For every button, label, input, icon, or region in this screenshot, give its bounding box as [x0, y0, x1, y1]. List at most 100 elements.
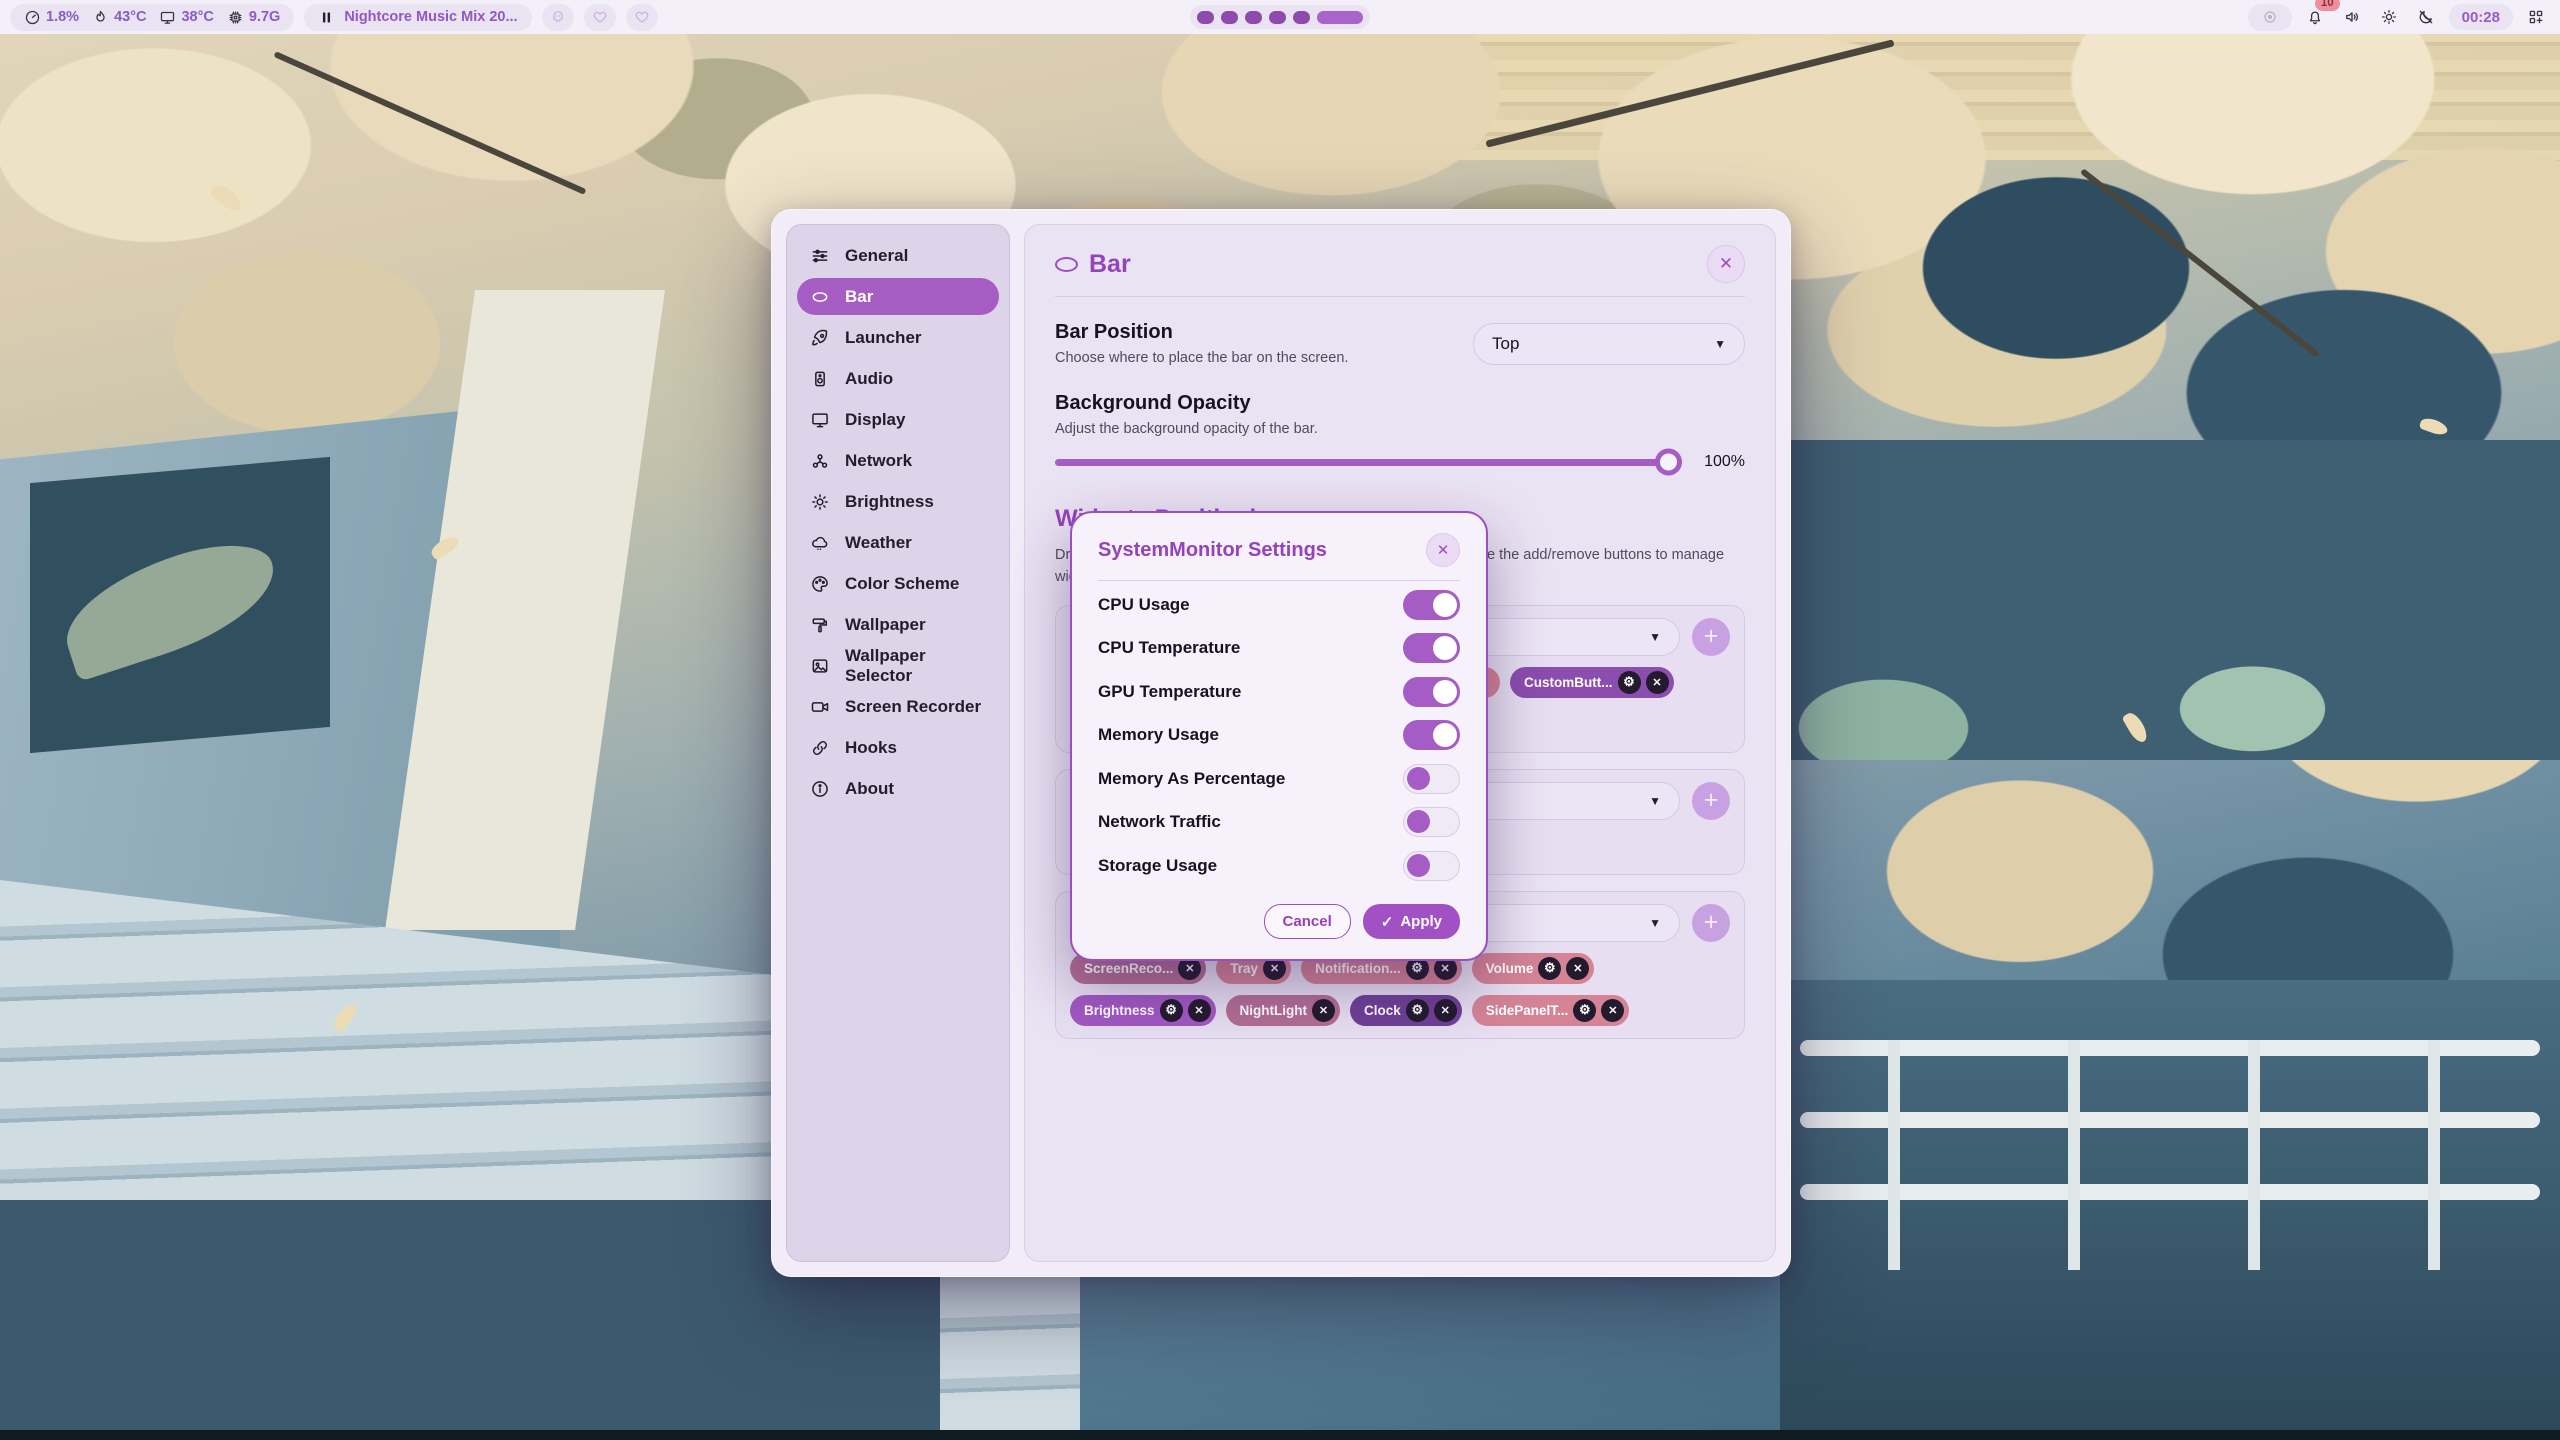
brightness-icon [2380, 8, 2398, 26]
sidebar-item-label: Hooks [845, 738, 897, 758]
system-stat: 43°C [92, 9, 146, 26]
sidebar-item-general[interactable]: General [797, 237, 999, 274]
pause-icon [318, 9, 335, 26]
toggle-network-traffic[interactable] [1403, 807, 1460, 837]
add-widget-button[interactable]: + [1692, 904, 1730, 942]
wallpaper-railing-post [2068, 1040, 2080, 1270]
sidebar-item-display[interactable]: Display [797, 401, 999, 438]
workspace-dot-2[interactable] [1221, 11, 1238, 24]
slider-knob[interactable] [1655, 449, 1682, 476]
background-opacity-description: Adjust the background opacity of the bar… [1055, 421, 1745, 437]
workspace-dot-6[interactable] [1317, 11, 1363, 24]
widget-remove-button[interactable]: ✕ [1566, 957, 1589, 980]
widget-settings-button[interactable]: ⚙ [1618, 671, 1641, 694]
apply-button[interactable]: ✓ Apply [1363, 904, 1460, 939]
toggle-label: Storage Usage [1098, 856, 1217, 876]
widget-chip-sidepanelt[interactable]: SidePanelT... ⚙ ✕ [1472, 995, 1630, 1026]
sidebar-item-screen-recorder[interactable]: Screen Recorder [797, 688, 999, 725]
widget-remove-button[interactable]: ✕ [1646, 671, 1669, 694]
sidebar-item-label: Wallpaper [845, 615, 926, 635]
widget-settings-button[interactable]: ⚙ [1538, 957, 1561, 980]
workspace-dot-4[interactable] [1269, 11, 1286, 24]
night-light-button[interactable] [2412, 4, 2440, 31]
widget-chip-custombutt[interactable]: CustomButt... ⚙ ✕ [1510, 667, 1674, 698]
bar-position-dropdown[interactable]: Top ▼ [1473, 323, 1745, 365]
toggle-label: CPU Usage [1098, 595, 1190, 615]
widget-remove-button[interactable]: ✕ [1312, 999, 1335, 1022]
bar-position-label: Bar Position [1055, 321, 1473, 344]
clock-module[interactable]: 00:28 [2449, 4, 2513, 30]
check-icon: ✓ [1381, 913, 1394, 931]
widget-chip-volume[interactable]: Volume ⚙ ✕ [1472, 953, 1595, 984]
sidebar-item-about[interactable]: About [797, 770, 999, 807]
divider [1055, 296, 1745, 297]
sidebar-item-network[interactable]: Network [797, 442, 999, 479]
sidebar-item-wallpaper-selector[interactable]: Wallpaper Selector [797, 647, 999, 684]
add-widget-button[interactable]: + [1692, 618, 1730, 656]
screen-recorder-indicator[interactable] [2248, 4, 2292, 31]
widget-chip-label: SidePanelT... [1486, 1003, 1569, 1018]
widget-remove-button[interactable]: ✕ [1434, 999, 1457, 1022]
volume-button[interactable] [2338, 4, 2366, 31]
widget-chip-label: Notification... [1315, 961, 1401, 976]
apply-button-label: Apply [1400, 913, 1442, 930]
modal-title: SystemMonitor Settings [1098, 539, 1327, 562]
widget-chip-brightness[interactable]: Brightness ⚙ ✕ [1070, 995, 1216, 1026]
system-stat-value: 38°C [181, 9, 213, 25]
plus-icon: + [1704, 624, 1719, 649]
night-light-off-icon [2417, 8, 2435, 26]
sidebar-item-label: Brightness [845, 492, 934, 512]
palette-icon [810, 574, 830, 594]
ghost-icon[interactable] [542, 4, 574, 31]
add-widget-button[interactable]: + [1692, 782, 1730, 820]
widget-settings-button[interactable]: ⚙ [1406, 999, 1429, 1022]
widget-remove-button[interactable]: ✕ [1601, 999, 1624, 1022]
system-monitor-module[interactable]: 1.8% 43°C 38°C 9.7G [10, 4, 294, 31]
toggle-knob [1433, 636, 1457, 660]
widget-settings-button[interactable]: ⚙ [1573, 999, 1596, 1022]
cloud-icon [810, 533, 830, 553]
workspace-dot-3[interactable] [1245, 11, 1262, 24]
window-close-button[interactable]: ✕ [1707, 245, 1745, 283]
sidebar-item-hooks[interactable]: Hooks [797, 729, 999, 766]
sidebar-item-weather[interactable]: Weather [797, 524, 999, 561]
workspace-dot-5[interactable] [1293, 11, 1310, 24]
background-opacity-slider[interactable] [1055, 459, 1679, 466]
notifications-button[interactable]: 10 [2301, 4, 2329, 31]
toggle-memory-usage[interactable] [1403, 720, 1460, 750]
workspace-dot-1[interactable] [1197, 11, 1214, 24]
widget-chip-clock[interactable]: Clock ⚙ ✕ [1350, 995, 1462, 1026]
sidebar-item-audio[interactable]: Audio [797, 360, 999, 397]
widget-chip-label: NightLight [1240, 1003, 1307, 1018]
system-stat: 9.7G [227, 9, 280, 26]
widget-settings-button[interactable]: ⚙ [1160, 999, 1183, 1022]
cancel-button[interactable]: Cancel [1264, 904, 1351, 939]
sidebar-item-label: Wallpaper Selector [845, 646, 986, 686]
chevron-down-icon: ▼ [1714, 337, 1726, 351]
memory-chip-icon [227, 9, 244, 26]
toggle-memory-as-percentage[interactable] [1403, 764, 1460, 794]
sidebar-item-launcher[interactable]: Launcher [797, 319, 999, 356]
toggle-cpu-temperature[interactable] [1403, 633, 1460, 663]
media-module[interactable]: Nightcore Music Mix 20... [304, 4, 531, 31]
toggle-storage-usage[interactable] [1403, 851, 1460, 881]
brightness-button[interactable] [2375, 4, 2403, 31]
widget-chip-label: Brightness [1084, 1003, 1155, 1018]
sidebar-item-brightness[interactable]: Brightness [797, 483, 999, 520]
modal-close-button[interactable]: ✕ [1426, 533, 1460, 567]
sidebar-item-color-scheme[interactable]: Color Scheme [797, 565, 999, 602]
heart-icon[interactable] [584, 4, 616, 31]
toggle-cpu-usage[interactable] [1403, 590, 1460, 620]
notification-badge: 10 [2315, 0, 2340, 11]
bar-position-value: Top [1492, 334, 1519, 354]
sidebar-item-bar[interactable]: Bar [797, 278, 999, 315]
widget-chip-nightlight[interactable]: NightLight ✕ [1226, 995, 1340, 1026]
widget-remove-button[interactable]: ✕ [1188, 999, 1211, 1022]
toggle-label: Memory Usage [1098, 725, 1219, 745]
sun-icon [810, 492, 830, 512]
dashboard-button[interactable] [2522, 4, 2550, 31]
toggle-gpu-temperature[interactable] [1403, 677, 1460, 707]
toggle-row: CPU Temperature [1098, 627, 1460, 671]
sidebar-item-wallpaper[interactable]: Wallpaper [797, 606, 999, 643]
heart-icon[interactable] [626, 4, 658, 31]
